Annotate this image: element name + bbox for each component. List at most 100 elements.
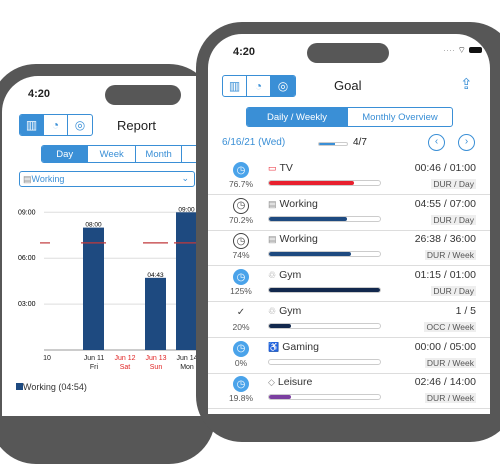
goal-progress-bar <box>268 287 381 294</box>
status-time: 4:20 <box>28 88 51 100</box>
x-tick-weekday: Fri <box>89 364 99 371</box>
x-tick-weekday: Sun <box>149 364 163 371</box>
status-icons: ···· ⌔ <box>443 45 482 56</box>
bar <box>145 277 166 350</box>
x-tick-label: Jun 11 Fri <box>79 354 109 372</box>
goal-percent: 20% <box>232 321 250 332</box>
goal-unit: DUR / Day <box>431 179 476 189</box>
battery-icon <box>468 47 482 53</box>
x-tick-label: Jun 12 Sat <box>110 354 140 372</box>
goal-progress-bar <box>268 215 381 222</box>
legend-label: Working (04:54) <box>23 382 87 392</box>
goal-value: 00:00 / 05:00 <box>414 340 476 353</box>
target-icon[interactable]: ◎ <box>68 115 92 135</box>
dynamic-island <box>105 85 181 105</box>
previous-day-button[interactable]: ‹ <box>428 134 445 151</box>
goal-name: ▭ TV <box>268 162 293 174</box>
goal-name: ◇ Leisure <box>268 376 313 389</box>
goal-row[interactable]: ◷ 19.8% ◇ Leisure 02:46 / 14:00 DUR / Week <box>208 373 490 410</box>
working-icon: ▤ <box>268 198 277 209</box>
goal-row[interactable]: ◷ 125% ♲ Gym 01:15 / 01:00 DUR / Day <box>208 266 490 303</box>
gym-icon: ♲ <box>268 305 277 316</box>
goal-screen: 4:20 ···· ⌔ ▥ ◔ ◎ Goal ⇪ Daily / Weekly … <box>208 34 490 414</box>
goal-unit: DUR / Week <box>424 393 476 404</box>
clock-icon: ◷ <box>233 162 249 178</box>
bar-value-label: 08:00 <box>85 222 102 229</box>
goal-row[interactable]: ✓ 20% ♲ Gym 1 / 5 OCC / Week <box>208 302 490 338</box>
page-title: Report <box>117 118 157 133</box>
goal-percent: 19.8% <box>228 393 254 404</box>
view-switcher: ▥ ◔ ◎ <box>222 75 296 97</box>
current-date[interactable]: 6/16/21 (Wed) <box>222 137 285 148</box>
leisure-icon: ◇ <box>268 377 275 388</box>
goal-name: ▤ Working <box>268 233 318 246</box>
bar <box>176 212 197 350</box>
tv-icon: ▭ <box>268 163 277 173</box>
gaming-icon: ♿ <box>268 341 280 352</box>
x-tick-weekday: Sat <box>119 364 131 371</box>
pie-chart-icon[interactable]: ◔ <box>247 76 271 96</box>
goal-progress-bar <box>268 394 381 401</box>
goal-row[interactable]: ◷ 74% ▤ Working 26:38 / 36:00 DUR / Week <box>208 230 490 267</box>
wifi-icon: ⌔ <box>457 45 466 55</box>
goal-unit: DUR / Week <box>424 250 476 261</box>
x-tick-date: 10 <box>43 355 51 362</box>
goal-progress-bar <box>268 180 381 186</box>
view-switcher: ▥ ◔ ◎ <box>19 114 93 136</box>
clock-icon: ◷ <box>233 269 249 286</box>
x-tick-date: Jun 11 <box>83 355 105 362</box>
goal-unit: DUR / Day <box>431 214 476 225</box>
goal-unit: DUR / Week <box>424 357 476 368</box>
bar-chart-icon[interactable]: ▥ <box>223 76 247 96</box>
goal-percent: 70.2% <box>228 214 254 225</box>
y-tick-label: 03:00 <box>18 301 36 308</box>
bar-chart-icon[interactable]: ▥ <box>20 115 44 135</box>
working-icon: ▤ <box>23 174 32 184</box>
tab-daily-weekly[interactable]: Daily / Weekly <box>247 108 349 126</box>
goal-name: ♲ Gym <box>268 304 302 317</box>
goal-value: 02:46 / 14:00 <box>414 376 476 389</box>
goal-name: ♿ Gaming <box>268 340 319 353</box>
daily-progress-bar <box>318 142 348 146</box>
bar-value-label: 09:00 <box>178 206 195 213</box>
x-tick-label: Jun 13 Sun <box>141 354 171 372</box>
bar <box>83 227 104 350</box>
dynamic-island <box>307 43 389 63</box>
goal-tabs: Daily / Weekly Monthly Overview <box>246 107 453 127</box>
goal-progress-bar <box>268 322 381 329</box>
tab-day[interactable]: Day <box>42 146 89 162</box>
tab-month[interactable]: Month <box>136 146 183 162</box>
goal-percent: 76.7% <box>228 179 254 189</box>
goal-name: ▤ Working <box>268 197 318 210</box>
tab-monthly-overview[interactable]: Monthly Overview <box>348 108 452 126</box>
report-chart: 03:0006:0009:0008:0004:4309:0008:0 <box>18 206 202 351</box>
y-tick-label: 06:00 <box>18 255 36 262</box>
y-tick-label: 09:00 <box>18 209 36 216</box>
pie-chart-icon[interactable]: ◔ <box>44 115 68 135</box>
target-icon[interactable]: ◎ <box>271 76 295 96</box>
goal-percent: 74% <box>232 250 250 261</box>
clock-icon: ◷ <box>233 233 249 250</box>
goal-row[interactable]: ◷ 76.7% ▭ TV 00:46 / 01:00 DUR / Day <box>208 159 490 195</box>
bar-value-label: 04:43 <box>147 272 164 279</box>
x-tick-label: 10 <box>32 354 62 363</box>
category-select-value: Working <box>31 174 65 184</box>
category-select[interactable]: ▤Working ⌄ <box>19 171 195 187</box>
chevron-down-icon: ⌄ <box>181 173 189 183</box>
tab-week[interactable]: Week <box>88 146 136 162</box>
goal-value: 04:55 / 07:00 <box>414 197 476 210</box>
clock-icon: ◷ <box>233 376 249 393</box>
page-title: Goal <box>334 78 362 93</box>
working-icon: ▤ <box>268 234 277 245</box>
goal-unit: DUR / Day <box>431 286 476 297</box>
goal-row[interactable]: ◷ 70.2% ▤ Working 04:55 / 07:00 DUR / Day <box>208 195 490 231</box>
next-day-button[interactable]: › <box>458 134 475 151</box>
goal-value: 00:46 / 01:00 <box>414 162 476 174</box>
goal-row[interactable]: ◷ 0% ♿ Gaming 00:00 / 05:00 DUR / Week <box>208 338 490 374</box>
goal-unit: OCC / Week <box>424 321 476 332</box>
share-icon[interactable]: ⇪ <box>460 75 473 93</box>
goal-progress-bar <box>268 251 381 258</box>
status-time: 4:20 <box>233 46 256 58</box>
legend-swatch <box>16 383 23 390</box>
period-tabs: Day Week Month <box>41 145 202 163</box>
